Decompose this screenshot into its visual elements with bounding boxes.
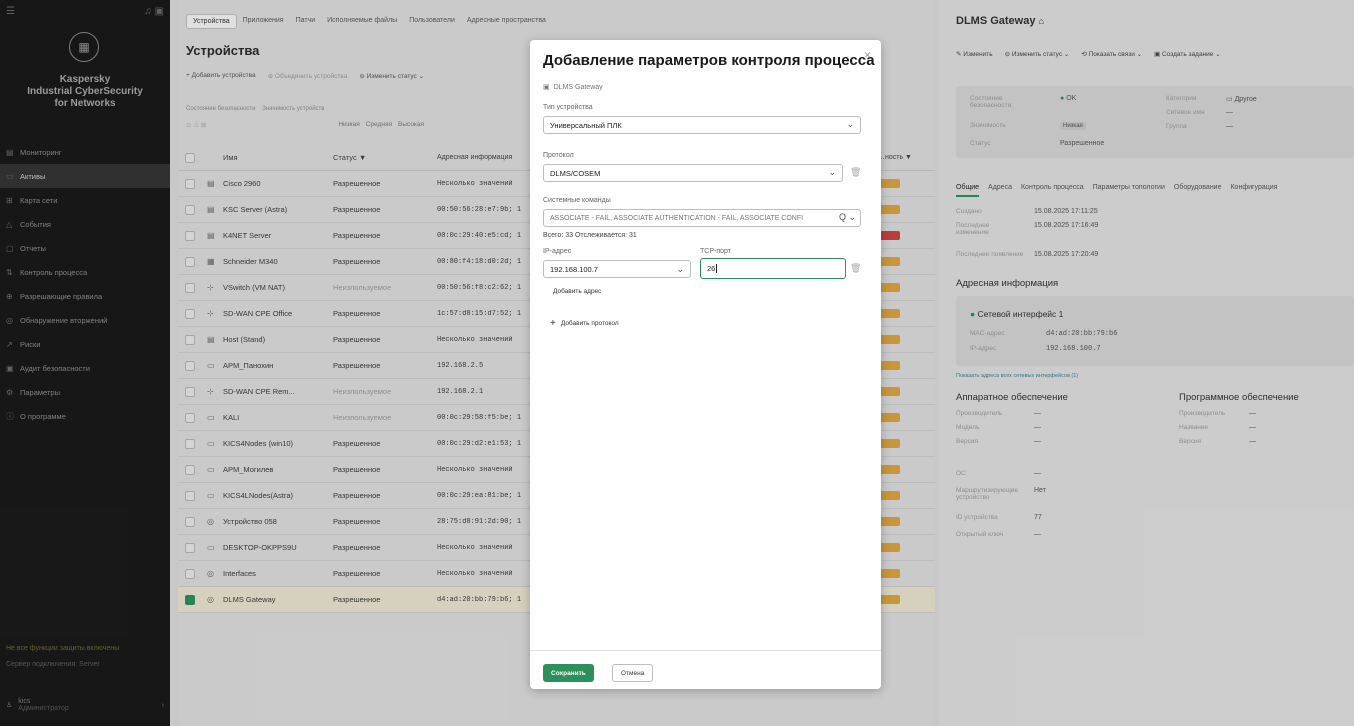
protocol-select[interactable]: DLMS/COSEM ⌄	[543, 164, 843, 182]
tcp-port-label: TCP-порт	[700, 248, 731, 255]
delete-address-icon[interactable]: 🗑	[850, 263, 861, 274]
search-chevron-icon: Q ⌄	[838, 212, 856, 222]
commands-label: Системные команды	[543, 197, 611, 204]
protocol-value: DLMS/COSEM	[550, 168, 601, 178]
device-type-value: Универсальный ПЛК	[550, 120, 622, 130]
ip-address-select[interactable]: 192.168.100.7 ⌄	[543, 260, 691, 278]
chevron-down-icon: ⌄	[676, 263, 684, 274]
save-button[interactable]: Сохранить	[543, 664, 594, 682]
ip-address-value: 192.168.100.7	[550, 264, 598, 274]
device-type-select[interactable]: Универсальный ПЛК ⌄	[543, 116, 861, 134]
add-protocol-label: Добавить протокол	[560, 320, 619, 327]
plus-icon: +	[550, 318, 556, 329]
dialog-footer: Сохранить Отмена	[530, 650, 881, 689]
add-process-control-dialog: Добавление параметров контроля процесса …	[530, 40, 881, 689]
commands-select[interactable]: ASSOCIATE - FAIL, ASSOCIATE AUTHENTICATI…	[543, 209, 861, 227]
tcp-port-value: 26	[707, 264, 716, 273]
tcp-port-input[interactable]: 26	[700, 258, 846, 279]
dialog-device-name: DLMS Gateway	[553, 83, 603, 91]
delete-protocol-icon[interactable]: 🗑	[850, 167, 861, 178]
commands-value: ASSOCIATE - FAIL, ASSOCIATE AUTHENTICATI…	[550, 214, 804, 222]
ip-address-label: IP-адрес	[543, 248, 572, 255]
chevron-down-icon: ⌄	[828, 167, 836, 177]
close-icon[interactable]: ×	[864, 48, 871, 62]
dialog-title: Добавление параметров контроля процесса	[543, 52, 875, 69]
add-protocol-button[interactable]: + Добавить протокол	[550, 318, 619, 329]
dialog-device: ▣ DLMS Gateway	[543, 83, 603, 92]
commands-count: Всего: 33 Отслеживается: 31	[543, 232, 637, 239]
device-type-label: Тип устройства	[543, 104, 593, 111]
add-address-button[interactable]: Добавить адрес	[553, 288, 601, 295]
protocol-label: Протокол	[543, 152, 574, 159]
device-icon: ▣	[543, 84, 550, 91]
chevron-down-icon: ⌄	[846, 119, 854, 129]
cancel-button[interactable]: Отмена	[612, 664, 654, 682]
